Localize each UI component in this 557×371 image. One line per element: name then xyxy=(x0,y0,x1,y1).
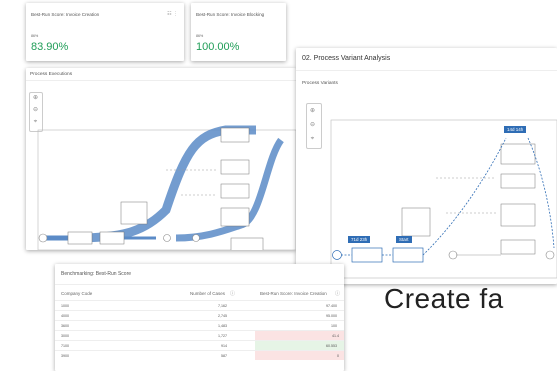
cell-cases: 587 xyxy=(221,353,227,358)
variant-flow-diagram xyxy=(330,119,557,279)
cell-company: 3600 xyxy=(61,323,69,328)
duration-badge: 14d 14h xyxy=(504,126,527,133)
cell-company: 3900 xyxy=(61,353,69,358)
col-header-cases[interactable]: Number of Cases xyxy=(190,291,225,296)
duration-badge: 71d 23h xyxy=(348,236,371,243)
col-header-company[interactable]: Company Code xyxy=(61,291,92,296)
panel-title: Process Executions xyxy=(30,72,73,77)
cell-cases: 1,483 xyxy=(218,323,227,328)
process-executions-card: Process Executions ⊕ ⊖ ⌖ xyxy=(26,68,296,250)
table-row[interactable]: 1000 7,162 97.400 xyxy=(55,300,344,310)
kpi-card-invoice-creation: Best-Run Score: Invoice Creation ☷ ⋮ 86%… xyxy=(26,3,184,61)
kpi-title: Best-Run Score: Invoice Blocking xyxy=(196,12,265,17)
table-row[interactable]: 3600 1,483 100 xyxy=(55,320,344,330)
kpi-card-invoice-blocking: Best-Run Score: Invoice Blocking 86% 100… xyxy=(191,3,286,61)
kpi-subtitle: 86% xyxy=(196,34,204,38)
cell-score: 97.400 xyxy=(326,303,337,308)
process-flow-diagram xyxy=(37,125,296,250)
cell-cases: 914 xyxy=(221,343,227,348)
sort-icon[interactable]: ⓘ xyxy=(335,290,340,297)
cell-score: 95.000 xyxy=(326,313,337,318)
kpi-menu-icons[interactable]: ☷ ⋮ xyxy=(167,11,178,17)
kpi-title: Best-Run Score: Invoice Creation xyxy=(31,12,100,17)
title-divider xyxy=(55,284,344,285)
table-row[interactable]: 4000 2,745 95.000 xyxy=(55,310,344,320)
cell-score: 0 xyxy=(337,353,339,358)
cell-score: 41.4 xyxy=(332,333,339,338)
cell-highlight-red xyxy=(255,351,344,360)
cell-company: 7100 xyxy=(61,343,69,348)
benchmark-card: Benchmarking: Best-Run Score Company Cod… xyxy=(55,264,344,371)
table-row[interactable]: 7100 914 60.553 xyxy=(55,340,344,350)
cell-company: 3000 xyxy=(61,333,69,338)
cell-score: 100 xyxy=(331,323,337,328)
col-header-score[interactable]: Best-Run Score: Invoice Creation xyxy=(260,291,327,296)
cell-company: 4000 xyxy=(61,313,69,318)
kpi-value: 83.90% xyxy=(31,41,69,53)
cell-company: 1000 xyxy=(61,303,69,308)
kpi-value: 100.00% xyxy=(196,41,240,53)
table-row[interactable]: 3900 587 0 xyxy=(55,350,344,360)
process-variant-card: 02. Process Variant Analysis Process Var… xyxy=(296,48,557,284)
sort-icon[interactable]: ⓘ xyxy=(230,290,235,297)
kpi-subtitle: 86% xyxy=(31,34,39,38)
table-row[interactable]: 3000 1,727 41.4 xyxy=(55,330,344,340)
cell-cases: 7,162 xyxy=(218,303,227,308)
cell-score: 60.553 xyxy=(326,343,337,348)
benchmark-title: Benchmarking: Best-Run Score xyxy=(61,271,132,277)
cell-cases: 1,727 xyxy=(218,333,227,338)
cell-cases: 2,745 xyxy=(218,313,227,318)
start-badge: Start xyxy=(396,236,412,243)
overlay-headline: Create fa xyxy=(384,283,504,314)
cell-highlight-red xyxy=(255,331,344,340)
